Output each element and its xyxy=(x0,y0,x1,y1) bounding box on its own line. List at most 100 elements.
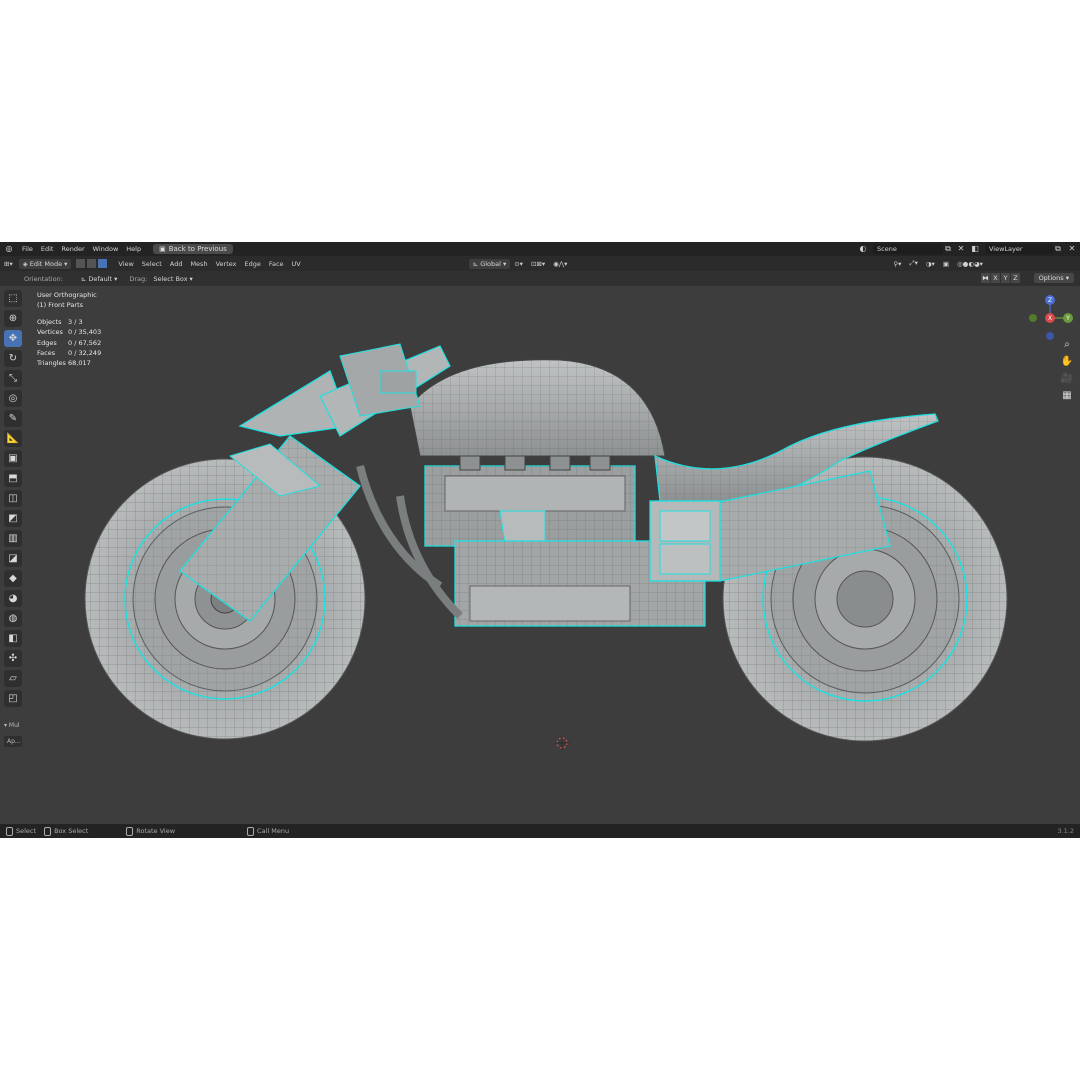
edge-slide-tool-icon[interactable]: ◧ xyxy=(4,630,22,647)
xray-icon[interactable]: ▣ xyxy=(939,260,953,268)
axes-icon: ⊾ xyxy=(80,274,87,283)
stat-row: Vertices 0 / 35,403 xyxy=(37,328,102,337)
gizmo-toggle-icon[interactable]: ⤢▾ xyxy=(905,259,921,268)
view-layer-field[interactable]: ViewLayer xyxy=(985,244,1053,254)
snap-icon[interactable]: ⊡⊠▾ xyxy=(527,260,549,268)
drag-value: Select Box xyxy=(153,274,188,283)
cursor-tool-icon[interactable]: ⊕ xyxy=(4,310,22,327)
mirror-toggle-icon[interactable]: ⧓ xyxy=(981,273,990,283)
menu-select[interactable]: Select xyxy=(138,260,166,268)
status-select: Select xyxy=(6,826,36,836)
status-bar: Select Box Select Rotate View Call Menu … xyxy=(0,824,1080,838)
camera-view-icon[interactable]: 🎥 xyxy=(1060,372,1074,386)
inset-tool-icon[interactable]: ◫ xyxy=(4,490,22,507)
status-box-select: Box Select xyxy=(44,826,88,836)
spin-tool-icon[interactable]: ◕ xyxy=(4,590,22,607)
edge-select-icon[interactable] xyxy=(86,258,98,269)
chevron-down-icon: ▾ xyxy=(502,259,507,268)
view-layer-remove-icon[interactable]: ✕ xyxy=(1067,244,1077,254)
mouse-middle-icon xyxy=(126,826,134,836)
svg-text:Y: Y xyxy=(1065,315,1070,322)
menu-window[interactable]: Window xyxy=(89,245,123,253)
orientation-value: Default xyxy=(88,274,113,283)
status-rotate-view: Rotate View xyxy=(126,826,175,836)
menu-vertex[interactable]: Vertex xyxy=(212,260,241,268)
add-cube-tool-icon[interactable]: ▣ xyxy=(4,450,22,467)
proportional-edit-icon[interactable]: ◉⋀▾ xyxy=(549,260,571,268)
menu-add[interactable]: Add xyxy=(166,260,187,268)
shear-tool-icon[interactable]: ▱ xyxy=(4,670,22,687)
menu-file[interactable]: File xyxy=(18,245,37,253)
last-operator-panel[interactable]: ▾ Mul Ap... xyxy=(4,722,24,747)
menu-render[interactable]: Render xyxy=(57,245,88,253)
menu-mesh[interactable]: Mesh xyxy=(186,260,211,268)
scene-icon[interactable]: ◐ xyxy=(858,244,868,254)
transform-orientation-dropdown[interactable]: ⊾ Global ▾ xyxy=(468,258,511,269)
view-layer-icon[interactable]: ◧ xyxy=(970,244,980,254)
menu-face[interactable]: Face xyxy=(265,260,288,268)
navigation-buttons: ⌕ ✋ 🎥 ▦ xyxy=(1060,338,1076,406)
drag-dropdown[interactable]: Select Box ▾ xyxy=(149,273,197,284)
vertex-select-icon[interactable] xyxy=(75,258,87,269)
orientation-dropdown[interactable]: ⊾ Default ▾ xyxy=(76,273,122,284)
back-to-previous-label: Back to Previous xyxy=(168,245,227,253)
extrude-tool-icon[interactable]: ⬒ xyxy=(4,470,22,487)
version-label: 3.1.2 xyxy=(1057,827,1074,835)
mirror-y-toggle[interactable]: Y xyxy=(1001,273,1010,283)
options-label: Options xyxy=(1038,274,1064,282)
fuel-tank xyxy=(409,359,666,457)
gizmo-neg-z-axis[interactable] xyxy=(1046,332,1054,340)
mirror-z-toggle[interactable]: Z xyxy=(1011,273,1020,283)
menu-uv[interactable]: UV xyxy=(288,260,305,268)
view-name: User Orthographic xyxy=(37,291,97,299)
3d-viewport[interactable]: ⬚ ⊕ ✥ ↻ ⤡ ◎ ✎ 📐 ▣ ⬒ ◫ ◩ ▥ ◪ ◆ ◕ ◍ ◧ ✣ ▱ … xyxy=(0,286,1080,824)
motorcycle-mesh xyxy=(84,343,1008,750)
pivot-point-icon[interactable]: ⊙▾ xyxy=(510,260,527,268)
select-tool-icon[interactable]: ⬚ xyxy=(4,290,22,307)
blender-logo-icon[interactable]: ◎ xyxy=(4,244,14,254)
editor-type-icon[interactable]: ⊞▾ xyxy=(0,260,17,268)
mirror-x-toggle[interactable]: X xyxy=(991,273,1000,283)
overlays-icon[interactable]: ◑▾ xyxy=(922,260,939,268)
mouse-drag-icon xyxy=(44,826,52,836)
smooth-tool-icon[interactable]: ◍ xyxy=(4,610,22,627)
drag-label: Drag: xyxy=(129,274,148,283)
pan-hand-icon[interactable]: ✋ xyxy=(1060,355,1074,369)
zoom-icon[interactable]: ⌕ xyxy=(1060,338,1074,352)
scene-name-field[interactable]: Scene xyxy=(873,244,943,254)
loop-cut-tool-icon[interactable]: ▥ xyxy=(4,530,22,547)
gizmo-neg-y-axis[interactable] xyxy=(1029,314,1037,322)
menu-edit[interactable]: Edit xyxy=(37,245,58,253)
apply-button[interactable]: Ap... xyxy=(4,736,22,747)
measure-tool-icon[interactable]: 📐 xyxy=(4,430,22,447)
knife-tool-icon[interactable]: ◪ xyxy=(4,550,22,567)
poly-build-tool-icon[interactable]: ◆ xyxy=(4,570,22,587)
view-layer-new-icon[interactable]: ⧉ xyxy=(1053,244,1063,254)
shrink-fatten-tool-icon[interactable]: ✣ xyxy=(4,650,22,667)
back-to-previous-button[interactable]: ▣ Back to Previous xyxy=(153,244,233,254)
viewport-visibility-icon[interactable]: ⚲▾ xyxy=(889,260,905,268)
rip-tool-icon[interactable]: ◰ xyxy=(4,690,22,707)
transform-tool-icon[interactable]: ◎ xyxy=(4,390,22,407)
mode-dropdown[interactable]: ◈ Edit Mode ▾ xyxy=(18,258,72,269)
options-dropdown[interactable]: Options ▾ xyxy=(1033,273,1074,283)
scene-remove-icon[interactable]: ✕ xyxy=(956,244,966,254)
menu-help[interactable]: Help xyxy=(122,245,145,253)
rotate-tool-icon[interactable]: ↻ xyxy=(4,350,22,367)
menu-view[interactable]: View xyxy=(114,260,137,268)
scale-tool-icon[interactable]: ⤡ xyxy=(4,370,22,387)
ortho-grid-icon[interactable]: ▦ xyxy=(1060,389,1074,403)
shading-modes-icon[interactable]: ◎●◐◕▾ xyxy=(953,260,987,268)
orientation-icon: ⊾ xyxy=(472,259,479,268)
last-operator-title[interactable]: ▾ Mul xyxy=(4,722,24,729)
bevel-tool-icon[interactable]: ◩ xyxy=(4,510,22,527)
annotate-tool-icon[interactable]: ✎ xyxy=(4,410,22,427)
move-tool-icon[interactable]: ✥ xyxy=(4,330,22,347)
3d-cursor-icon xyxy=(555,736,569,750)
blender-window: ◎ File Edit Render Window Help ▣ Back to… xyxy=(0,242,1080,838)
status-call-menu: Call Menu xyxy=(247,826,289,836)
mirror-axis-group: ⧓ X Y Z xyxy=(981,273,1020,283)
scene-new-icon[interactable]: ⧉ xyxy=(943,244,953,254)
face-select-icon[interactable] xyxy=(97,258,109,269)
menu-edge[interactable]: Edge xyxy=(240,260,264,268)
